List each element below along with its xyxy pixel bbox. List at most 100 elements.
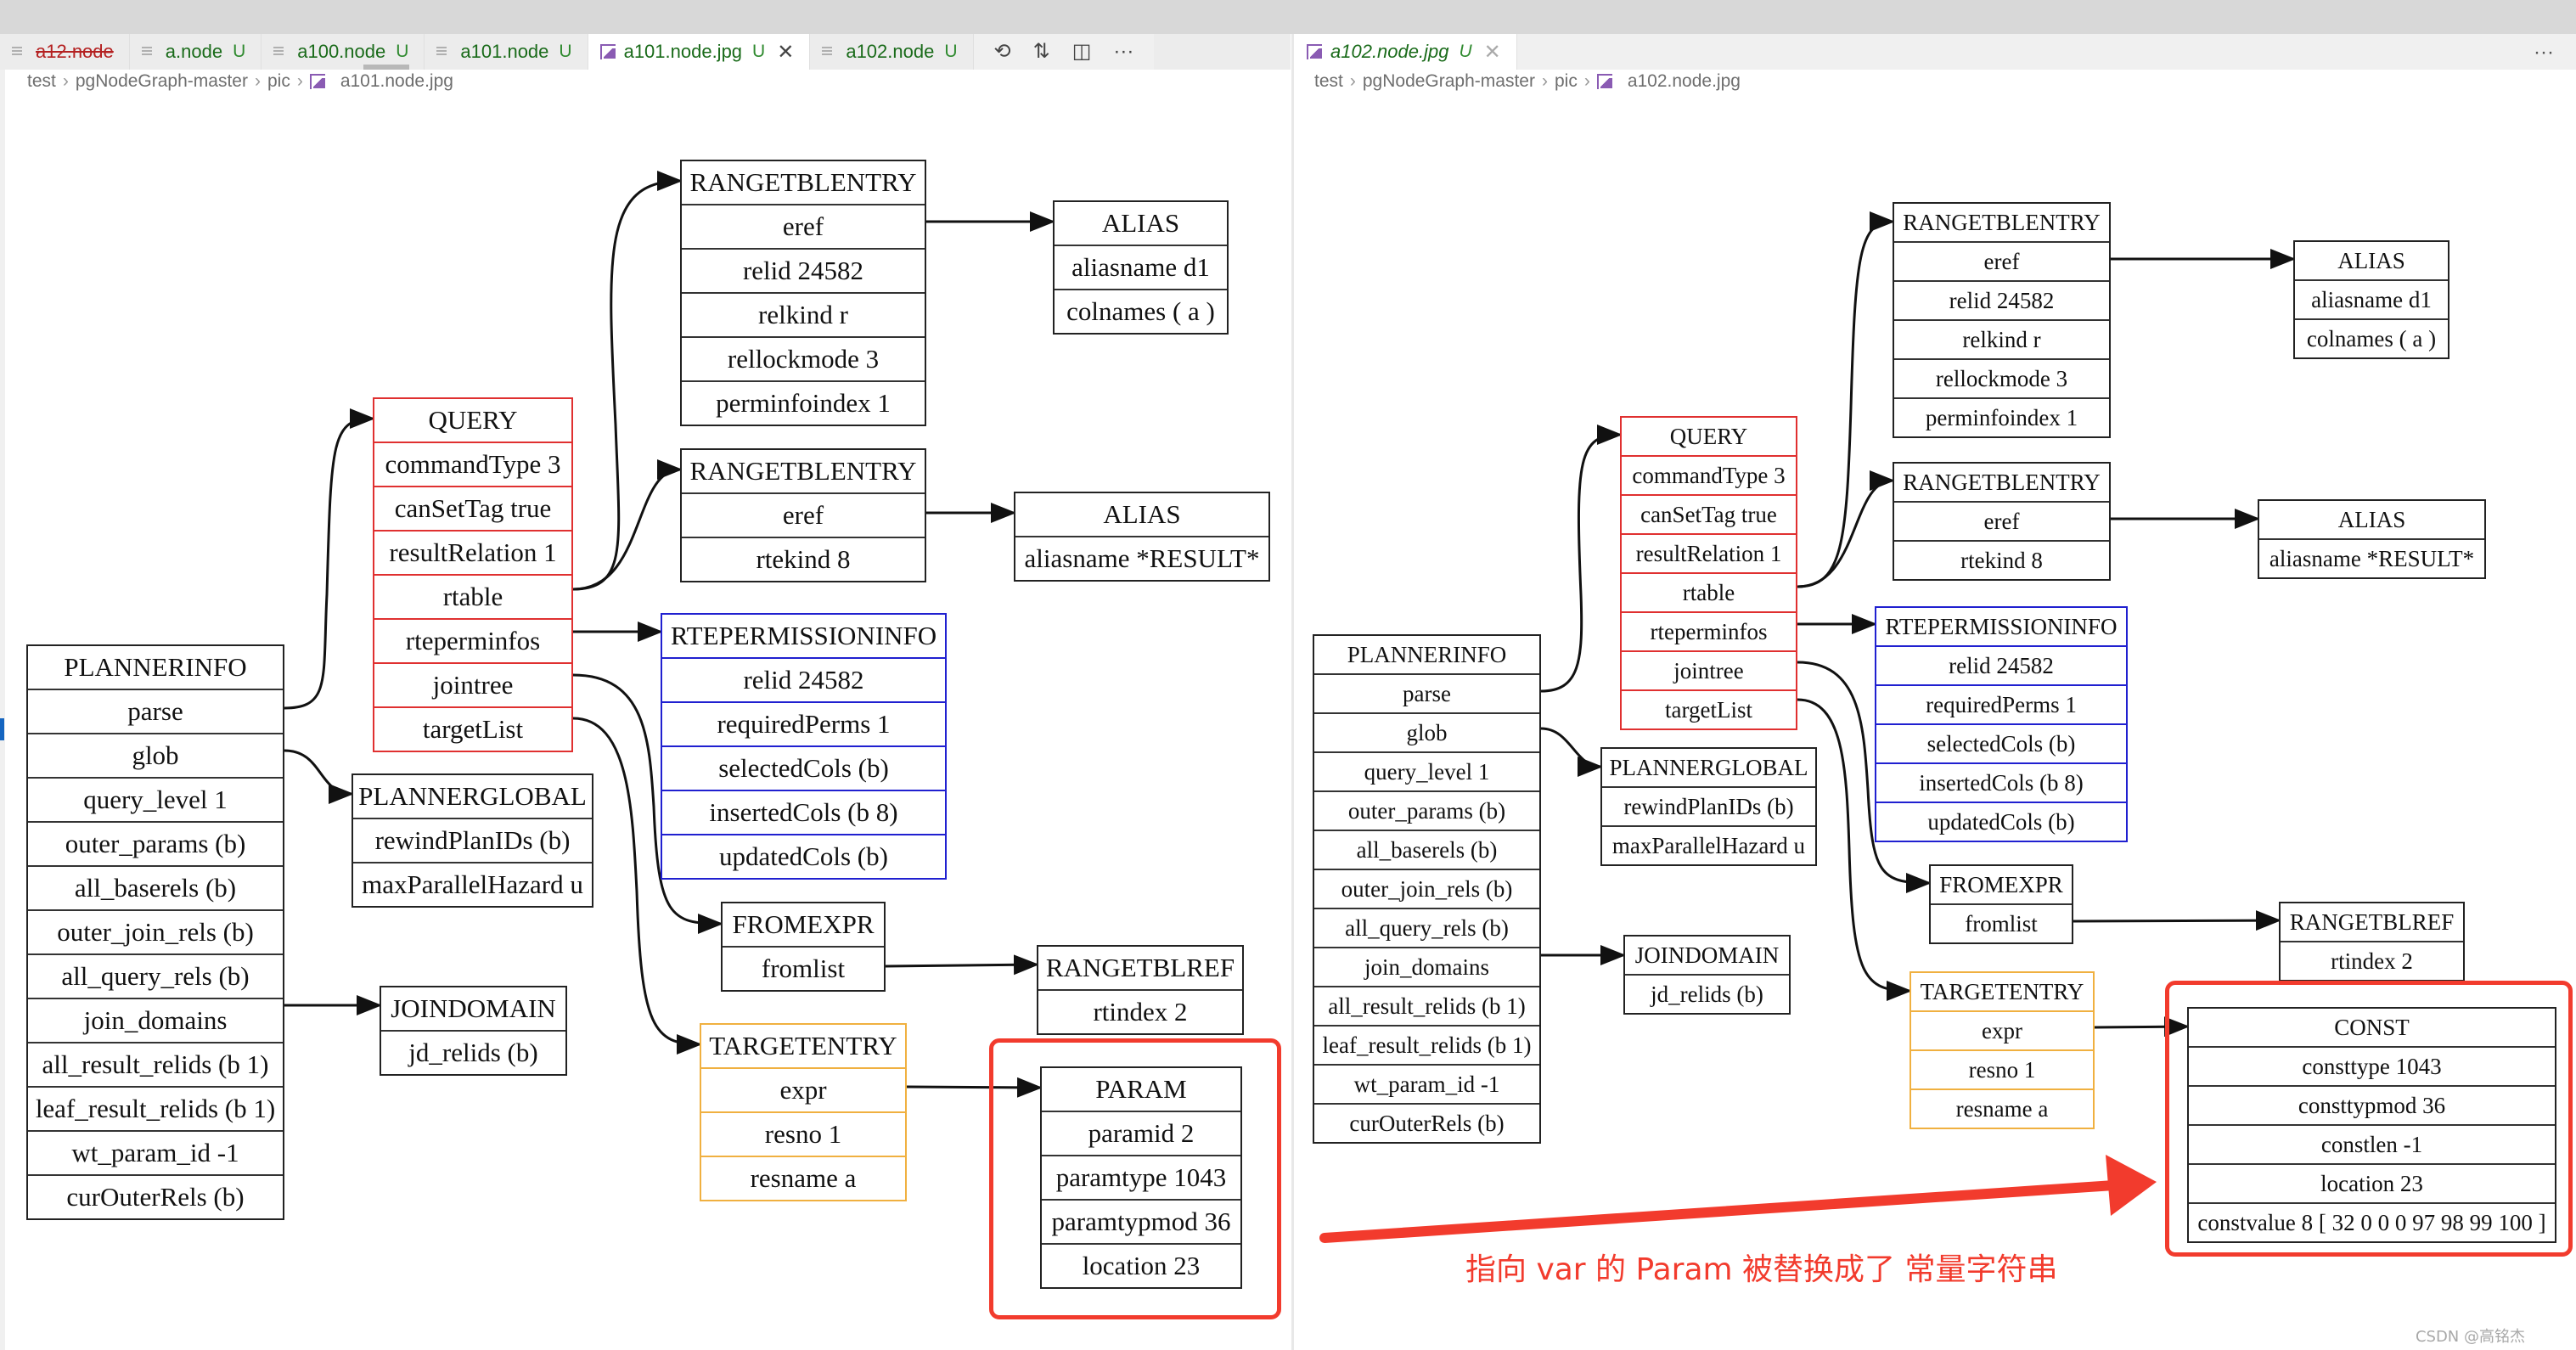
image-file-icon	[309, 74, 325, 89]
node-field: insertedCols (b 8)	[1876, 762, 2126, 802]
split-editor-icon[interactable]: ◫	[1072, 42, 1092, 62]
node-field: maxParallelHazard u	[1602, 825, 1815, 864]
breadcrumb-item[interactable]: pic	[267, 71, 290, 92]
node-field: expr	[701, 1067, 905, 1111]
node-title: PLANNERINFO	[64, 652, 247, 682]
edge-parse-query	[1540, 425, 1623, 693]
node-title: TARGETENTRY	[709, 1031, 897, 1060]
breadcrumb-item[interactable]: a101.node.jpg	[340, 71, 453, 92]
chevron-right-icon: ›	[62, 71, 69, 91]
untracked-badge: U	[559, 42, 572, 61]
node-plannerglobal: PLANNERGLOBAL rewindPlanIDs (b) maxParalle…	[1600, 747, 1817, 866]
node-field: aliasname *RESULT*	[2259, 538, 2484, 577]
tab-label: a101.node	[460, 41, 549, 62]
breadcrumb-item[interactable]: test	[1314, 71, 1343, 92]
active-indicator	[0, 718, 4, 740]
breadcrumb-item[interactable]: pgNodeGraph-master	[1363, 71, 1535, 92]
image-file-icon	[1596, 74, 1612, 89]
node-field: jd_relids (b)	[381, 1030, 565, 1074]
node-field: all_query_rels (b)	[1314, 908, 1539, 947]
node-field: leaf_result_relids (b 1)	[28, 1086, 283, 1130]
node-joindomain: JOINDOMAIN jd_relids (b)	[1623, 935, 1791, 1015]
right-editor-tab-bar: a102.node.jpg U ✕	[1295, 34, 2576, 70]
file-lines-icon	[822, 46, 835, 58]
breadcrumb: test › pgNodeGraph-master › pic › a102.n…	[1314, 66, 1741, 97]
node-field: canSetTag true	[1622, 494, 1796, 533]
node-field: requiredPerms 1	[1876, 684, 2126, 723]
tab-a101-node-jpg[interactable]: a101.node.jpg U ✕	[588, 34, 811, 70]
node-title: RANGETBLENTRY	[689, 167, 917, 197]
edge-rtable-rte1	[572, 171, 683, 591]
untracked-badge: U	[233, 42, 246, 61]
node-joindomain: JOINDOMAIN jd_relids (b)	[380, 986, 567, 1076]
node-field: glob	[1314, 712, 1539, 751]
node-field: curOuterRels (b)	[1314, 1103, 1539, 1142]
node-alias: ALIAS aliasname *RESULT*	[1014, 492, 1270, 582]
more-actions-icon[interactable]: ···	[1113, 42, 1133, 62]
node-field: relkind r	[682, 292, 925, 336]
node-field: relid 24582	[1876, 645, 2126, 684]
file-lines-icon	[141, 46, 155, 58]
breadcrumb: test › pgNodeGraph-master › pic › a101.n…	[27, 66, 453, 97]
untracked-badge: U	[752, 42, 766, 61]
tab-a-node[interactable]: a.node U	[130, 34, 262, 70]
edge-parse-query	[284, 408, 375, 710]
node-title: PLANNERGLOBAL	[358, 781, 587, 811]
node-field: all_query_rels (b)	[28, 953, 283, 998]
node-field: colnames ( a )	[1055, 289, 1227, 333]
node-title: RANGETBLENTRY	[1903, 469, 2101, 495]
highlight-box-const	[2165, 981, 2573, 1257]
more-actions-icon[interactable]: ···	[2534, 41, 2554, 65]
node-title: ALIAS	[1101, 208, 1180, 238]
node-rtepermissioninfo: RTEPERMISSIONINFO relid 24582 requiredPerm…	[1875, 606, 2128, 842]
tab-a101-node[interactable]: a101.node U	[425, 34, 588, 70]
node-field: wt_param_id -1	[28, 1130, 283, 1174]
editor-actions: ⟲ ⇅ ◫ ···	[973, 34, 1155, 70]
timeline-icon[interactable]: ⟲	[994, 42, 1011, 62]
node-field: outer_join_rels (b)	[28, 909, 283, 953]
edge-fromlist-rangetblref	[885, 954, 1039, 976]
edge-rtable-rte2	[1797, 470, 1895, 588]
chevron-right-icon: ›	[1541, 71, 1548, 91]
close-icon[interactable]: ✕	[777, 40, 794, 65]
close-icon[interactable]: ✕	[1484, 40, 1501, 65]
node-field: targetList	[374, 706, 571, 751]
edge-glob-plannerglobal	[1540, 727, 1603, 777]
breadcrumb-item[interactable]: test	[27, 71, 56, 92]
edge-rtable-rte2	[572, 459, 683, 591]
node-field: leaf_result_relids (b 1)	[1314, 1025, 1539, 1064]
node-title: RANGETBLENTRY	[689, 456, 917, 486]
file-lines-icon	[273, 46, 287, 58]
node-field: curOuterRels (b)	[28, 1174, 283, 1218]
node-field: all_baserels (b)	[1314, 830, 1539, 869]
node-field: perminfoindex 1	[1894, 397, 2109, 436]
tab-label: a12.node	[36, 41, 114, 62]
node-field: canSetTag true	[374, 486, 571, 530]
node-field: rellockmode 3	[1894, 358, 2109, 397]
tab-a102-node-jpg[interactable]: a102.node.jpg U ✕	[1295, 34, 1517, 70]
node-field: join_domains	[28, 998, 283, 1042]
node-field: selectedCols (b)	[662, 745, 945, 790]
node-alias: ALIAS aliasname d1 colnames ( a )	[1053, 200, 1229, 335]
node-field: rtable	[1622, 572, 1796, 611]
left-editor-tab-bar: a12.node a.node U a100.node U a101.node …	[0, 34, 1291, 70]
breadcrumb-item[interactable]: a102.node.jpg	[1628, 71, 1741, 92]
breadcrumb-item[interactable]: pic	[1555, 71, 1578, 92]
compare-changes-icon[interactable]: ⇅	[1033, 42, 1050, 62]
tab-label: a101.node.jpg	[623, 41, 743, 62]
tab-a12-node[interactable]: a12.node	[0, 34, 130, 70]
tab-a102-node[interactable]: a102.node U	[810, 34, 974, 70]
node-field: relkind r	[1894, 319, 2109, 358]
breadcrumb-item[interactable]: pgNodeGraph-master	[76, 71, 248, 92]
node-field: parse	[1314, 673, 1539, 712]
node-field: parse	[28, 689, 283, 733]
node-title: ALIAS	[1103, 499, 1181, 529]
editor-split-divider[interactable]	[1291, 34, 1294, 1350]
node-plannerinfo: PLANNERINFO parse glob query_level 1 outer_p…	[26, 644, 284, 1220]
image-file-icon	[599, 44, 616, 59]
node-field: outer_params (b)	[1314, 790, 1539, 830]
node-field: all_result_relids (b 1)	[28, 1042, 283, 1086]
node-field: jointree	[374, 662, 571, 706]
node-field: relid 24582	[1894, 280, 2109, 319]
node-title: QUERY	[428, 405, 518, 435]
